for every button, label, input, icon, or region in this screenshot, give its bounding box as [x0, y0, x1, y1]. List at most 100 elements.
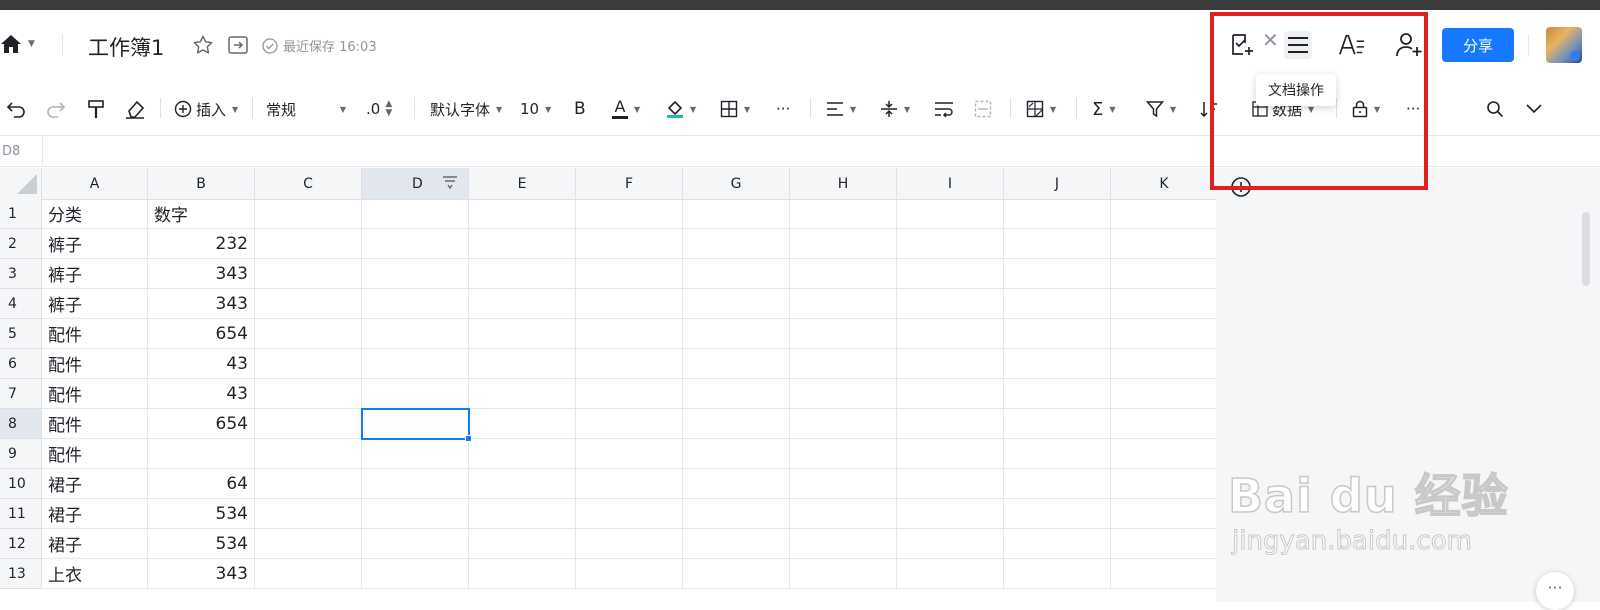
sum-button[interactable]: Σ ▼ [1092, 98, 1116, 120]
cell-j7[interactable] [1004, 379, 1111, 409]
column-header-e[interactable]: E [469, 168, 576, 200]
cell-j6[interactable] [1004, 349, 1111, 379]
cell-d3[interactable] [362, 259, 469, 289]
row-header[interactable]: 6 [0, 349, 42, 379]
cell-e7[interactable] [469, 379, 576, 409]
cell-a5[interactable]: 配件 [42, 319, 148, 349]
row-header[interactable]: 1 [0, 199, 42, 229]
cell-i1[interactable] [897, 199, 1004, 229]
column-header-h[interactable]: H [790, 168, 897, 200]
cell-i13[interactable] [897, 559, 1004, 589]
cell-a2[interactable]: 裤子 [42, 229, 148, 259]
vertical-scrollbar[interactable] [1582, 212, 1590, 286]
cell-j5[interactable] [1004, 319, 1111, 349]
row-header[interactable]: 2 [0, 229, 42, 259]
cell-b7[interactable]: 43 [148, 379, 255, 409]
row-header[interactable]: 11 [0, 499, 42, 529]
cell-j12[interactable] [1004, 529, 1111, 559]
cell-e11[interactable] [469, 499, 576, 529]
cell-g2[interactable] [683, 229, 790, 259]
cell-f2[interactable] [576, 229, 683, 259]
cell-f1[interactable] [576, 199, 683, 229]
cell-e9[interactable] [469, 439, 576, 469]
font-family-select[interactable]: 默认字体 ▼ [430, 98, 502, 120]
cell-f13[interactable] [576, 559, 683, 589]
cell-h2[interactable] [790, 229, 897, 259]
cell-k10[interactable] [1111, 469, 1218, 499]
cell-k11[interactable] [1111, 499, 1218, 529]
cell-k12[interactable] [1111, 529, 1218, 559]
cell-f6[interactable] [576, 349, 683, 379]
cell-g9[interactable] [683, 439, 790, 469]
cell-a6[interactable]: 配件 [42, 349, 148, 379]
cell-g5[interactable] [683, 319, 790, 349]
cell-g13[interactable] [683, 559, 790, 589]
bold-button[interactable]: B [574, 98, 586, 120]
cell-d6[interactable] [362, 349, 469, 379]
cell-f10[interactable] [576, 469, 683, 499]
conditional-format-button[interactable]: ▼ [1026, 98, 1056, 120]
cell-f4[interactable] [576, 289, 683, 319]
cell-j4[interactable] [1004, 289, 1111, 319]
format-painter-icon[interactable] [86, 98, 106, 120]
cell-h4[interactable] [790, 289, 897, 319]
cell-e2[interactable] [469, 229, 576, 259]
cell-i8[interactable] [897, 409, 1004, 439]
cell-c2[interactable] [255, 229, 362, 259]
cell-e10[interactable] [469, 469, 576, 499]
cell-k8[interactable] [1111, 409, 1218, 439]
cell-reference[interactable]: D8 [2, 144, 20, 159]
redo-icon[interactable] [46, 98, 66, 120]
cell-d2[interactable] [362, 229, 469, 259]
cell-h9[interactable] [790, 439, 897, 469]
cell-i3[interactable] [897, 259, 1004, 289]
cell-j1[interactable] [1004, 199, 1111, 229]
cell-b1[interactable]: 数字 [148, 199, 255, 229]
column-header-i[interactable]: I [897, 168, 1004, 200]
borders-button[interactable]: ▼ [720, 98, 750, 120]
cell-c12[interactable] [255, 529, 362, 559]
cell-i5[interactable] [897, 319, 1004, 349]
row-header[interactable]: 4 [0, 289, 42, 319]
column-header-a[interactable]: A [42, 168, 148, 200]
more-floating-button[interactable]: ··· [1536, 572, 1574, 610]
cell-d5[interactable] [362, 319, 469, 349]
row-header[interactable]: 10 [0, 469, 42, 499]
column-header-j[interactable]: J [1004, 168, 1111, 200]
cell-h6[interactable] [790, 349, 897, 379]
cell-f3[interactable] [576, 259, 683, 289]
cell-h10[interactable] [790, 469, 897, 499]
cell-g7[interactable] [683, 379, 790, 409]
cell-d7[interactable] [362, 379, 469, 409]
document-title[interactable]: 工作簿1 [88, 32, 164, 62]
cell-e1[interactable] [469, 199, 576, 229]
cell-a12[interactable]: 裙子 [42, 529, 148, 559]
insert-dropdown[interactable]: 插入 ▼ [174, 98, 238, 120]
font-color-button[interactable]: A ▼ [612, 98, 640, 120]
cell-f12[interactable] [576, 529, 683, 559]
cell-h7[interactable] [790, 379, 897, 409]
cell-a8[interactable]: 配件 [42, 409, 148, 439]
star-icon[interactable] [192, 34, 214, 60]
row-header[interactable]: 3 [0, 259, 42, 289]
cell-g12[interactable] [683, 529, 790, 559]
cell-k5[interactable] [1111, 319, 1218, 349]
cell-h3[interactable] [790, 259, 897, 289]
cell-j2[interactable] [1004, 229, 1111, 259]
clear-format-icon[interactable] [124, 98, 146, 120]
cell-i12[interactable] [897, 529, 1004, 559]
row-header[interactable]: 5 [0, 319, 42, 349]
column-filter-icon[interactable] [442, 175, 458, 195]
cell-i9[interactable] [897, 439, 1004, 469]
cell-d10[interactable] [362, 469, 469, 499]
cell-d4[interactable] [362, 289, 469, 319]
cell-h13[interactable] [790, 559, 897, 589]
cell-k3[interactable] [1111, 259, 1218, 289]
column-header-f[interactable]: F [576, 168, 683, 200]
cell-j3[interactable] [1004, 259, 1111, 289]
cell-f11[interactable] [576, 499, 683, 529]
cell-b10[interactable]: 64 [148, 469, 255, 499]
vertical-align-button[interactable]: ▼ [880, 98, 910, 120]
cell-g10[interactable] [683, 469, 790, 499]
fill-handle[interactable] [465, 435, 472, 442]
